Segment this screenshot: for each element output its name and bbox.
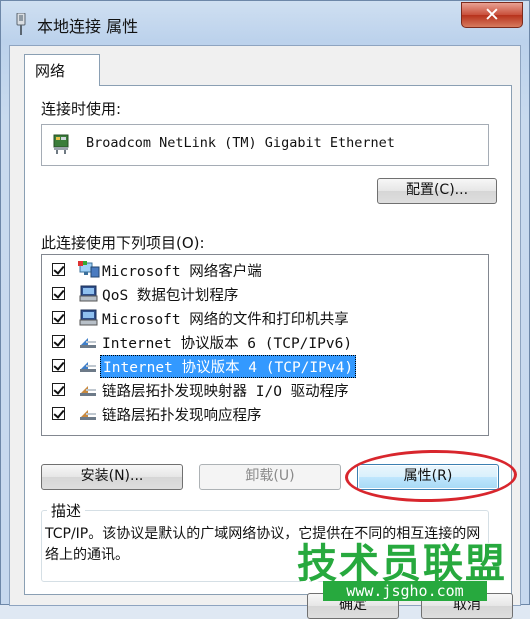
item-checkbox[interactable] [52, 287, 65, 300]
close-button[interactable]: ✕ [461, 2, 523, 28]
title-bar[interactable]: 本地连接 属性 ✕ [1, 1, 529, 45]
protocol-icon [80, 410, 96, 420]
properties-dialog: 本地连接 属性 ✕ 网络 连接时使用: Broadcom NetLink (TM… [0, 0, 530, 619]
watermark-url: www.jsgho.com [323, 581, 487, 601]
item-label: Internet 协议版本 4 (TCP/IPv4) [100, 355, 357, 378]
network-tab-panel: 连接时使用: Broadcom NetLink (TM) Gigabit Eth… [24, 85, 518, 595]
uninstall-button[interactable]: 卸载(U) [199, 464, 341, 490]
network-card-icon [53, 134, 69, 154]
list-item[interactable]: 链路层拓扑发现映射器 I/O 驱动程序 [42, 379, 488, 403]
connect-using-label: 连接时使用: [41, 100, 122, 118]
connection-items-list[interactable]: Microsoft 网络客户端 QoS 数据包计划程序 Microsoft 网络… [41, 254, 489, 436]
list-item-selected[interactable]: Internet 协议版本 4 (TCP/IPv4) [42, 355, 488, 379]
item-label: Microsoft 网络客户端 [102, 264, 262, 280]
protocol-icon [80, 386, 96, 396]
window-title: 本地连接 属性 [37, 17, 139, 36]
protocol-icon [80, 338, 96, 348]
service-icon [79, 285, 98, 302]
items-label: 此连接使用下列项目(O): [41, 234, 205, 252]
item-label: Internet 协议版本 6 (TCP/IPv6) [102, 336, 353, 352]
adapter-name: Broadcom NetLink (TM) Gigabit Ethernet [86, 135, 395, 151]
item-label: QoS 数据包计划程序 [102, 288, 239, 304]
item-label: Microsoft 网络的文件和打印机共享 [102, 312, 349, 328]
highlight-oval [344, 448, 518, 504]
dialog-body: 网络 连接时使用: Broadcom NetLink (TM) Gigabit … [9, 45, 521, 606]
configure-button[interactable]: 配置(C)... [377, 178, 497, 204]
item-label: 链路层拓扑发现响应程序 [102, 408, 262, 424]
network-adapter-icon [16, 13, 26, 35]
list-item[interactable]: Internet 协议版本 6 (TCP/IPv6) [42, 331, 488, 355]
list-item[interactable]: Microsoft 网络客户端 [42, 259, 488, 283]
item-checkbox[interactable] [52, 383, 65, 396]
service-icon [79, 309, 98, 326]
list-item[interactable]: 链路层拓扑发现响应程序 [42, 403, 488, 427]
list-item[interactable]: Microsoft 网络的文件和打印机共享 [42, 307, 488, 331]
item-checkbox[interactable] [52, 359, 65, 372]
description-title: 描述 [47, 500, 86, 521]
adapter-box: Broadcom NetLink (TM) Gigabit Ethernet [41, 124, 489, 166]
item-checkbox[interactable] [52, 407, 65, 420]
tab-network[interactable]: 网络 [24, 54, 100, 86]
install-button[interactable]: 安装(N)... [41, 464, 183, 490]
item-checkbox[interactable] [52, 311, 65, 324]
tab-network-label: 网络 [35, 62, 66, 80]
network-client-icon [78, 261, 100, 278]
item-checkbox[interactable] [52, 335, 65, 348]
item-checkbox[interactable] [52, 263, 65, 276]
close-icon: ✕ [484, 4, 500, 26]
item-label: 链路层拓扑发现映射器 I/O 驱动程序 [102, 384, 349, 400]
list-item[interactable]: QoS 数据包计划程序 [42, 283, 488, 307]
protocol-icon [80, 362, 96, 372]
